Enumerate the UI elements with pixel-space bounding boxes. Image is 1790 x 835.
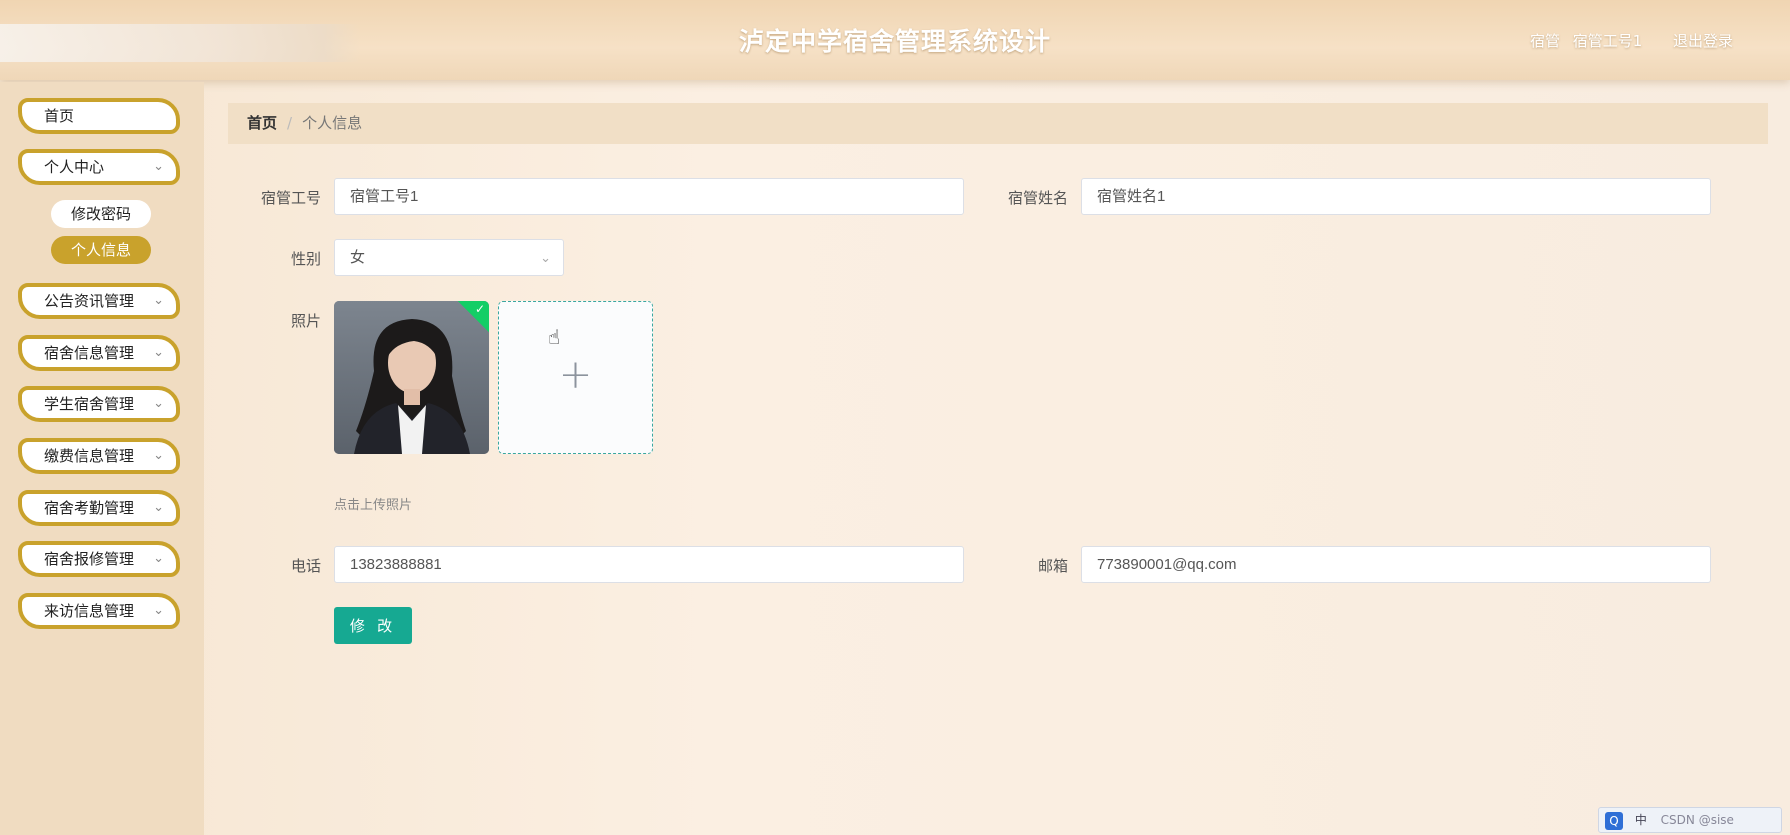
email-input[interactable]: 773890001@qq.com	[1081, 546, 1711, 583]
logout-link[interactable]: 退出登录	[1673, 30, 1733, 51]
chevron-down-icon: ⌄	[153, 345, 164, 360]
sidebar-item-dorm-info[interactable]: 宿舍信息管理 ⌄	[18, 335, 180, 371]
email-label: 邮箱	[1037, 557, 1068, 575]
gender-selected-value: 女	[350, 249, 366, 266]
staff-name-label: 宿管姓名	[1007, 189, 1068, 207]
sidebar-item-label: 个人中心	[44, 158, 105, 176]
staff-id-label: 宿管工号	[260, 189, 321, 207]
breadcrumb-separator: /	[287, 114, 293, 132]
sidebar-item-attendance[interactable]: 宿舍考勤管理 ⌄	[18, 490, 180, 526]
sidebar-item-repair[interactable]: 宿舍报修管理 ⌄	[18, 541, 180, 577]
staff-name-input[interactable]: 宿管姓名1	[1081, 178, 1711, 215]
chevron-down-icon: ⌄	[153, 396, 164, 411]
sidebar-item-student-dorm[interactable]: 学生宿舍管理 ⌄	[18, 386, 180, 422]
update-button[interactable]: 修 改	[334, 607, 412, 644]
sidebar-item-label: 宿舍考勤管理	[44, 499, 135, 517]
sidebar-item-label: 宿舍报修管理	[44, 550, 135, 568]
phone-label: 电话	[290, 557, 321, 575]
sidebar-item-label: 来访信息管理	[44, 602, 135, 620]
top-header: 泸定中学宿舍管理系统设计 宿管 宿管工号1 退出登录	[0, 0, 1790, 80]
system-tray: Q 中 CSDN @sise	[1598, 807, 1782, 833]
sidebar-item-label: 首页	[44, 107, 75, 125]
photo-thumbnail[interactable]: ✓	[334, 301, 489, 454]
ime-indicator[interactable]: 中	[1635, 813, 1647, 827]
chevron-down-icon: ⌄	[153, 500, 164, 515]
submenu-change-password[interactable]: 修改密码	[51, 200, 151, 228]
chevron-down-icon: ⌄	[153, 448, 164, 463]
gender-select[interactable]: 女 ⌄	[334, 239, 564, 276]
photo-upload-button[interactable]: +	[498, 301, 653, 454]
hand-cursor-icon: ☝	[548, 325, 561, 349]
photo-label: 照片	[290, 312, 321, 330]
chevron-down-icon: ⌄	[153, 603, 164, 618]
portrait-image	[334, 301, 489, 454]
watermark-text: CSDN @sise	[1660, 813, 1734, 827]
site-title: 泸定中学宿舍管理系统设计	[738, 27, 1051, 56]
plus-icon: +	[558, 352, 593, 398]
sidebar-item-announcements[interactable]: 公告资讯管理 ⌄	[18, 283, 180, 319]
breadcrumb-current: 个人信息	[302, 114, 363, 132]
submenu-personal-info[interactable]: 个人信息	[51, 236, 151, 264]
staff-id-input[interactable]: 宿管工号1	[334, 178, 964, 215]
user-role: 宿管	[1530, 32, 1561, 50]
sidebar: 首页 个人中心 ⌄ 修改密码 个人信息 公告资讯管理 ⌄ 宿舍信息管理 ⌄ 学生…	[0, 82, 204, 835]
sidebar-item-visitors[interactable]: 来访信息管理 ⌄	[18, 593, 180, 629]
chevron-down-icon: ⌄	[153, 293, 164, 308]
sidebar-item-personal-center[interactable]: 个人中心 ⌄	[18, 149, 180, 185]
user-info: 宿管 宿管工号1	[1530, 30, 1650, 51]
breadcrumb: 首页 / 个人信息	[228, 103, 1768, 144]
sidebar-item-home[interactable]: 首页	[18, 98, 180, 134]
sidebar-item-label: 宿舍信息管理	[44, 344, 135, 362]
q-app-icon[interactable]: Q	[1605, 811, 1623, 830]
chevron-up-icon: ⌄	[153, 159, 164, 174]
sidebar-item-label: 公告资讯管理	[44, 292, 135, 310]
sidebar-item-payment[interactable]: 缴费信息管理 ⌄	[18, 438, 180, 474]
sidebar-item-label: 学生宿舍管理	[44, 395, 135, 413]
breadcrumb-home[interactable]: 首页	[247, 114, 277, 132]
gender-label: 性别	[290, 250, 321, 268]
upload-hint: 点击上传照片	[334, 498, 413, 513]
sidebar-item-label: 缴费信息管理	[44, 447, 135, 465]
check-icon: ✓	[474, 302, 485, 316]
chevron-down-icon: ⌄	[540, 250, 551, 265]
chevron-down-icon: ⌄	[153, 551, 164, 566]
user-name: 宿管工号1	[1572, 32, 1643, 50]
phone-input[interactable]: 13823888881	[334, 546, 964, 583]
